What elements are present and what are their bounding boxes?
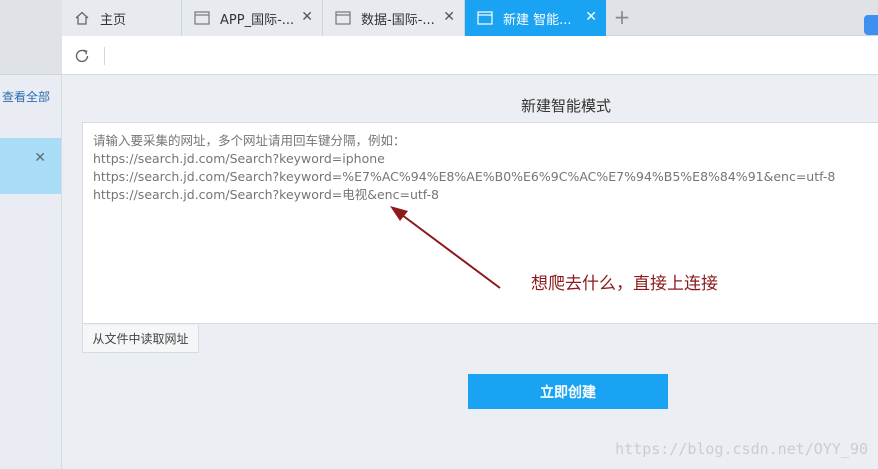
tab-bar: 主页 APP_国际-... ✕ 数据-国际-... ✕ 新建 智能... ✕ +	[62, 0, 878, 36]
create-now-button[interactable]: 立即创建	[468, 374, 668, 409]
window-icon	[477, 11, 493, 25]
view-all-link[interactable]: 查看全部	[2, 88, 50, 105]
tab-new-smart-mode[interactable]: 新建 智能... ✕	[465, 0, 606, 36]
close-icon[interactable]: ✕	[34, 150, 46, 166]
sidebar-notice: ✕	[0, 138, 61, 194]
tab-data-intl[interactable]: 数据-国际-... ✕	[323, 0, 465, 36]
import-from-file-button[interactable]: 从文件中读取网址	[82, 325, 199, 353]
address-bar	[62, 36, 878, 75]
page-title: 新建智能模式	[521, 97, 612, 115]
new-tab-button[interactable]: +	[610, 6, 634, 30]
tab-label: APP_国际-...	[220, 12, 295, 28]
refresh-icon[interactable]	[72, 46, 92, 66]
watermark: https://blog.csdn.net/OYY_90	[615, 440, 868, 458]
app-badge-icon[interactable]	[864, 15, 878, 35]
tab-label: 新建 智能...	[503, 12, 572, 28]
left-sidebar: 查看全部 ✕	[0, 0, 62, 469]
address-divider	[104, 47, 105, 65]
window-icon	[194, 11, 210, 25]
sidebar-header	[0, 0, 62, 75]
home-icon	[74, 10, 90, 26]
close-icon[interactable]: ✕	[301, 9, 313, 25]
annotation-text: 想爬去什么，直接上连接	[531, 274, 718, 294]
tab-app-intl[interactable]: APP_国际-... ✕	[182, 0, 323, 36]
tab-home[interactable]: 主页	[62, 0, 182, 36]
tab-label: 数据-国际-...	[361, 12, 435, 28]
window-icon	[335, 11, 351, 25]
close-icon[interactable]: ✕	[443, 9, 455, 25]
annotation-arrow	[390, 206, 501, 289]
close-icon[interactable]: ✕	[585, 9, 597, 25]
tab-label: 主页	[100, 12, 127, 28]
